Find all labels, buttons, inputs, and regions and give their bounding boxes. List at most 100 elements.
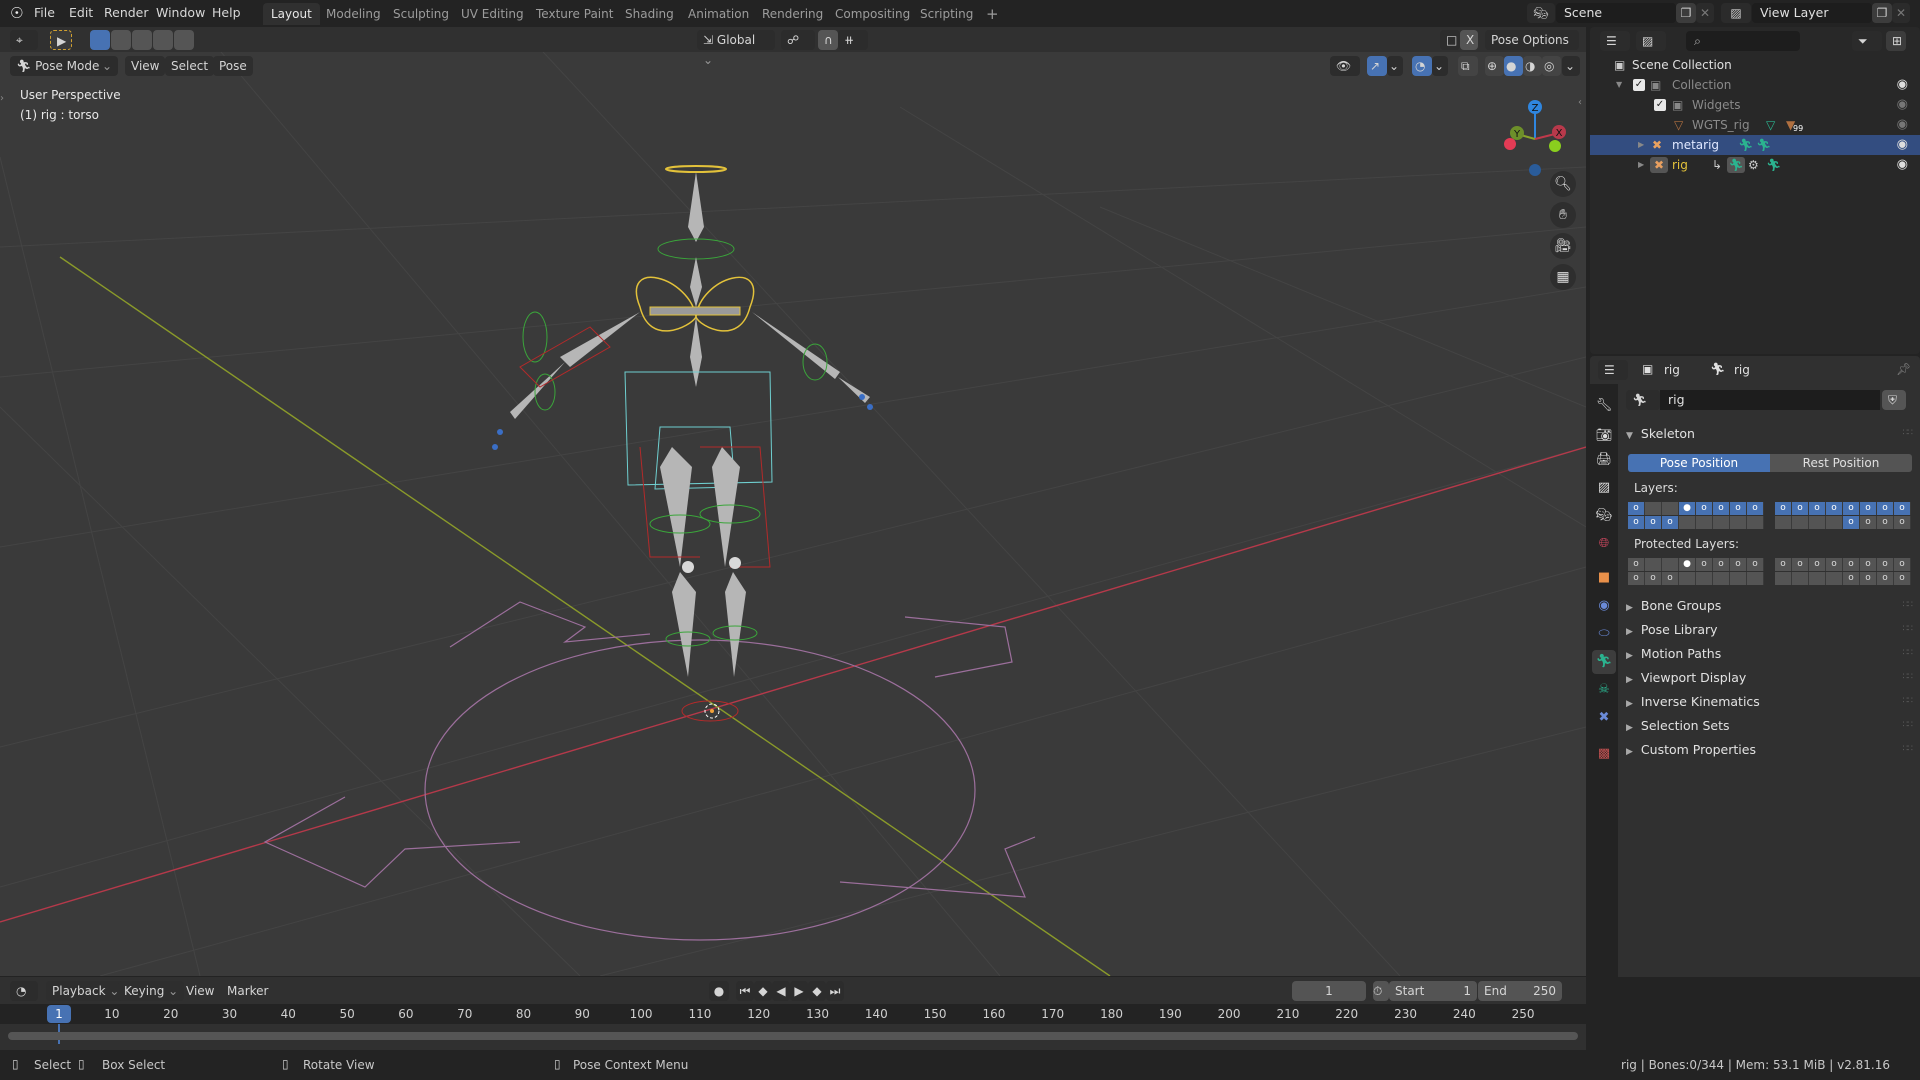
shading-rendered-icon[interactable]: ◎ bbox=[1542, 56, 1561, 76]
current-frame-indicator[interactable]: 1 bbox=[47, 1005, 71, 1023]
bone-layer-cell[interactable]: o bbox=[1730, 502, 1747, 515]
new-collection-icon[interactable]: ⊞ bbox=[1886, 31, 1906, 51]
protected-layer-cell[interactable]: o bbox=[1713, 558, 1730, 571]
bone-layer-cell[interactable]: o bbox=[1696, 502, 1713, 515]
output-tab-icon[interactable]: 🖨︎ bbox=[1592, 448, 1616, 472]
outliner-search-input[interactable]: ⌕ bbox=[1686, 31, 1800, 51]
panel-bone-groups[interactable]: ▶ Bone Groups bbox=[1626, 598, 1721, 613]
armature-name-field[interactable]: rig bbox=[1660, 390, 1880, 410]
outliner-row-collection[interactable]: ▼ ✓ ▣ Collection ◉ bbox=[1590, 75, 1920, 95]
bone-layer-cell[interactable]: o bbox=[1877, 516, 1894, 529]
bone-layer-cell[interactable] bbox=[1792, 516, 1809, 529]
protected-layer-cell[interactable]: o bbox=[1826, 558, 1843, 571]
scene-selector-icon[interactable]: 🎭︎ bbox=[1527, 3, 1555, 23]
expand-triangle-icon[interactable]: ▶ bbox=[1638, 155, 1644, 175]
next-keyframe-icon[interactable]: ◆ bbox=[808, 981, 826, 1001]
protected-layer-cell[interactable]: o bbox=[1843, 572, 1860, 585]
bone-layer-cell[interactable] bbox=[1662, 502, 1679, 515]
select-new-icon[interactable] bbox=[90, 30, 110, 50]
pose-options-dropdown[interactable]: Pose Options ⌄ bbox=[1485, 30, 1579, 67]
protected-layer-cell[interactable] bbox=[1645, 558, 1662, 571]
protected-layer-cell[interactable]: o bbox=[1894, 558, 1911, 571]
protected-layer-cell[interactable] bbox=[1826, 572, 1843, 585]
menu-window[interactable]: Window bbox=[156, 5, 205, 20]
protected-layer-cell[interactable]: o bbox=[1860, 572, 1877, 585]
prev-keyframe-icon[interactable]: ◆ bbox=[754, 981, 772, 1001]
bone-layer-cell[interactable]: o bbox=[1792, 502, 1809, 515]
protected-layer-cell[interactable]: o bbox=[1645, 572, 1662, 585]
protected-layer-cell[interactable]: o bbox=[1860, 558, 1877, 571]
eye-icon[interactable]: ◉ bbox=[1897, 115, 1908, 135]
camera-view-icon[interactable]: 🎥︎ bbox=[1550, 233, 1576, 259]
display-mode-icon[interactable]: ☰ bbox=[1600, 31, 1630, 51]
menu-timeline-view[interactable]: View bbox=[180, 981, 220, 1001]
gizmo-neg-y-axis[interactable] bbox=[1549, 140, 1561, 152]
mirror-x-toggle[interactable]: X bbox=[1460, 30, 1478, 50]
transform-orientation-dropdown[interactable]: ⇲ Global ⌄ bbox=[697, 30, 775, 67]
view-layer-icon[interactable]: ▨ bbox=[1721, 3, 1751, 23]
protected-layer-cell[interactable] bbox=[1775, 572, 1792, 585]
protected-layer-cell[interactable]: o bbox=[1894, 572, 1911, 585]
armature-browse-icon[interactable]: 🏃︎ bbox=[1626, 390, 1660, 410]
pose-position-button[interactable]: Pose Position bbox=[1628, 454, 1770, 472]
overlays-dropdown-icon[interactable]: ⌄ bbox=[1432, 56, 1448, 76]
toolbar-expand-icon[interactable]: › bbox=[0, 93, 8, 113]
3d-viewport[interactable]: ⌖ ▶ ⇲ Global ⌄ ☍ ∩ ⧺ □ X Pose Options ⌄ … bbox=[0, 27, 1586, 976]
tab-scripting[interactable]: Scripting bbox=[912, 3, 981, 25]
timeline-editor-type-icon[interactable]: ◔ bbox=[10, 981, 38, 1001]
panel-inverse-kinematics[interactable]: ▶ Inverse Kinematics bbox=[1626, 694, 1760, 709]
protected-layer-cell[interactable]: o bbox=[1747, 558, 1764, 571]
eye-icon[interactable]: ◉ bbox=[1897, 135, 1908, 155]
pivot-point-dropdown[interactable]: ☍ bbox=[781, 30, 815, 50]
ortho-toggle-icon[interactable]: ▦ bbox=[1550, 264, 1576, 290]
protected-layer-cell[interactable]: o bbox=[1843, 558, 1860, 571]
scene-name-field[interactable]: Scene bbox=[1556, 3, 1676, 23]
panel-selection-sets[interactable]: ▶ Selection Sets bbox=[1626, 718, 1730, 733]
checkbox-collection[interactable]: ✓ bbox=[1633, 79, 1645, 91]
bone-layer-cell[interactable] bbox=[1747, 516, 1764, 529]
protected-layer-cell[interactable]: o bbox=[1775, 558, 1792, 571]
bone-layer-cell[interactable] bbox=[1809, 516, 1826, 529]
protected-layer-cell[interactable] bbox=[1809, 572, 1826, 585]
bone-layer-cell[interactable]: o bbox=[1645, 516, 1662, 529]
bone-tab-icon[interactable]: ☠︎ bbox=[1592, 678, 1616, 702]
menu-edit[interactable]: Edit bbox=[69, 5, 93, 20]
filter-icon[interactable]: ⏷ bbox=[1852, 31, 1882, 51]
tab-uv-editing[interactable]: UV Editing bbox=[453, 3, 532, 25]
gizmo-neg-z-axis[interactable] bbox=[1529, 164, 1541, 176]
bone-layer-cell[interactable]: o bbox=[1860, 516, 1877, 529]
tab-rendering[interactable]: Rendering bbox=[754, 3, 831, 25]
bone-layer-cell[interactable] bbox=[1826, 516, 1843, 529]
bone-layer-cell[interactable]: o bbox=[1894, 502, 1911, 515]
tab-animation[interactable]: Animation bbox=[680, 3, 757, 25]
eye-icon[interactable]: ◉ bbox=[1897, 95, 1908, 115]
panel-skeleton-header[interactable]: ▼ Skeleton bbox=[1626, 426, 1695, 441]
select-extend-icon[interactable] bbox=[111, 30, 131, 50]
drag-handle-icon[interactable]: ∷∷ bbox=[1903, 428, 1914, 438]
jump-start-icon[interactable]: ⏮ bbox=[736, 981, 754, 1001]
jump-end-icon[interactable]: ⏭ bbox=[826, 981, 844, 1001]
select-intersect-icon[interactable] bbox=[174, 30, 194, 50]
bone-layer-cell[interactable] bbox=[1730, 516, 1747, 529]
protected-layer-cell[interactable]: o bbox=[1877, 572, 1894, 585]
tab-compositing[interactable]: Compositing bbox=[827, 3, 918, 25]
bone-layer-cell[interactable]: o bbox=[1775, 502, 1792, 515]
bone-layer-cell[interactable]: o bbox=[1843, 502, 1860, 515]
drag-handle-icon[interactable]: ∷∷ bbox=[1903, 720, 1914, 730]
bone-layer-cell[interactable]: o bbox=[1713, 502, 1730, 515]
menu-marker[interactable]: Marker bbox=[221, 981, 274, 1001]
menu-keying[interactable]: Keying ⌄ bbox=[118, 981, 185, 1001]
protected-layer-cell[interactable] bbox=[1696, 572, 1713, 585]
checkbox-widgets[interactable]: ✓ bbox=[1654, 99, 1666, 111]
protected-layer-cell[interactable] bbox=[1730, 572, 1747, 585]
bone-layer-cell[interactable]: o bbox=[1894, 516, 1911, 529]
bone-layer-cell[interactable]: o bbox=[1843, 516, 1860, 529]
record-icon[interactable]: ● bbox=[709, 981, 729, 1001]
zoom-view-icon[interactable]: 🔍︎ bbox=[1550, 171, 1576, 197]
gizmo-toggle-icon[interactable]: ↗ bbox=[1367, 56, 1387, 76]
collapse-triangle-icon[interactable]: ▼ bbox=[1616, 75, 1622, 95]
menu-render[interactable]: Render bbox=[104, 5, 149, 20]
xray-toggle-icon[interactable]: ⧉ bbox=[1458, 56, 1478, 76]
start-frame-field[interactable]: Start 1 bbox=[1389, 981, 1477, 1001]
menu-playback[interactable]: Playback ⌄ bbox=[46, 981, 126, 1001]
